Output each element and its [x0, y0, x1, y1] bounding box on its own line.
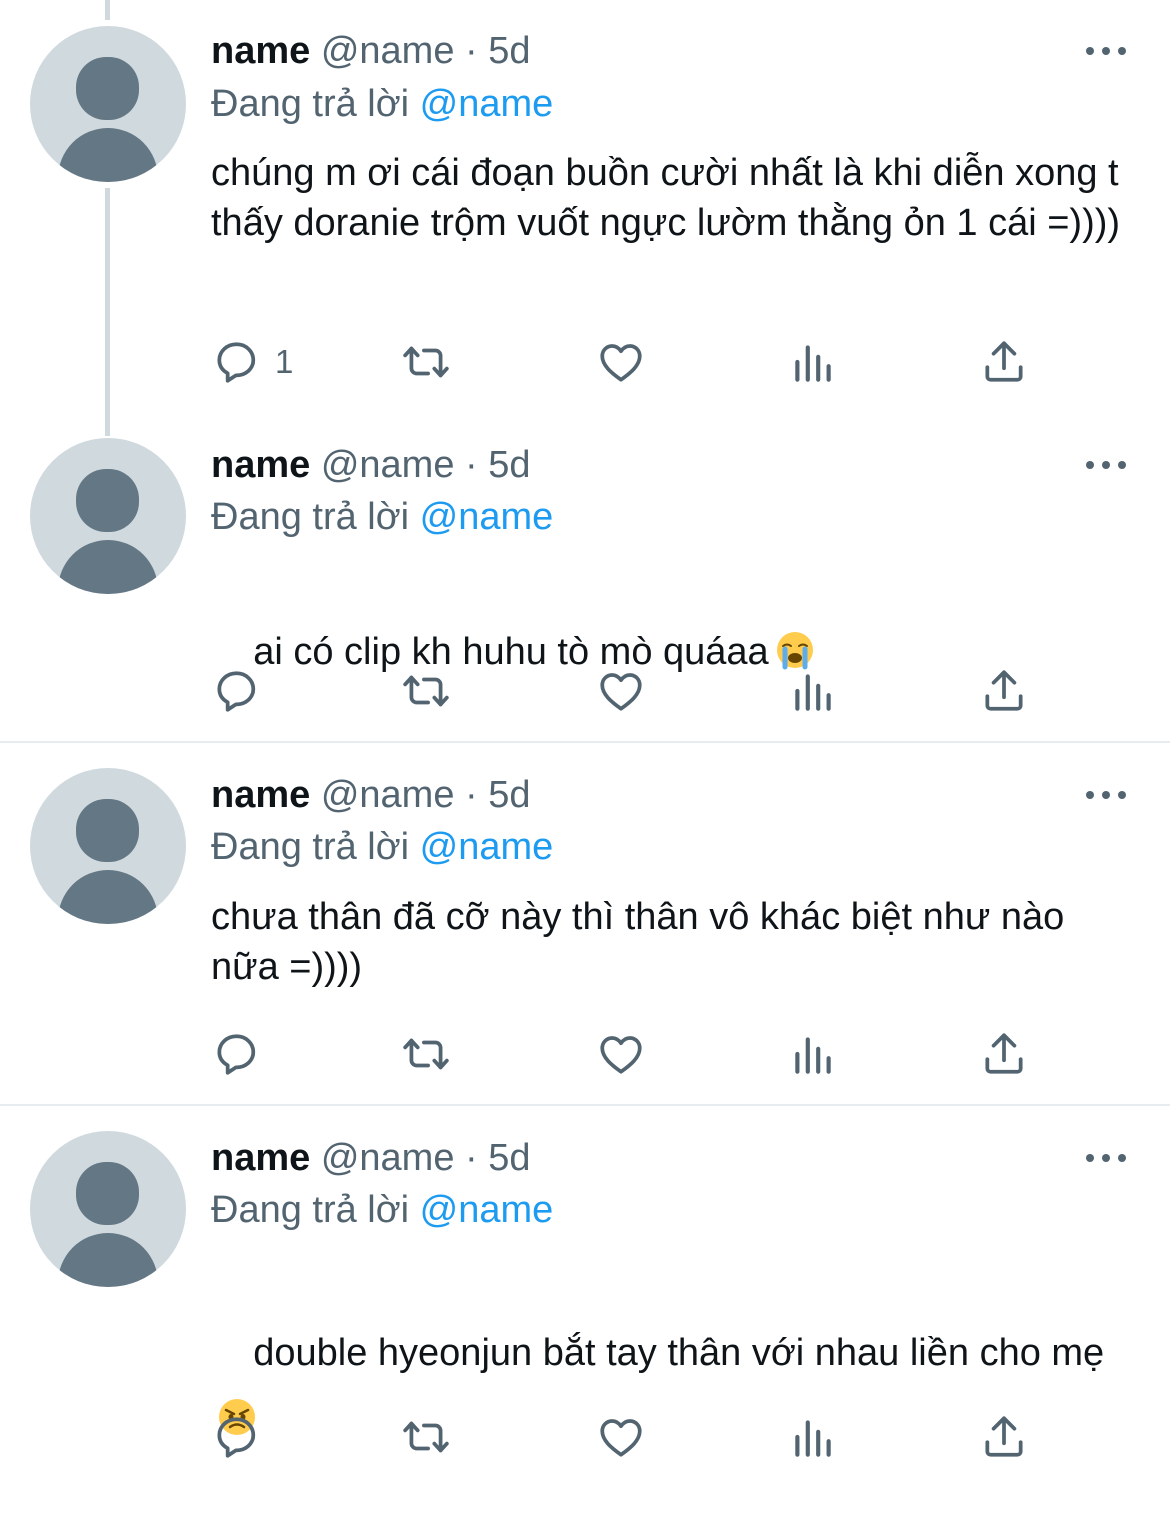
share-button[interactable]	[979, 663, 1029, 719]
display-name[interactable]: name	[211, 30, 310, 72]
reply-icon	[217, 342, 256, 383]
tweet-header: name @name · 5d	[211, 441, 531, 489]
tweet-header: name @name · 5d	[211, 771, 531, 819]
like-icon	[600, 673, 642, 711]
replying-to-label: Đang trả lời	[211, 83, 410, 125]
reply-mention[interactable]: @name	[420, 826, 554, 868]
analytics-button[interactable]	[788, 334, 838, 390]
thread-line	[105, 188, 110, 436]
display-name[interactable]: name	[211, 1137, 310, 1179]
reply-count: 1	[275, 343, 294, 380]
replying-to: Đang trả lời @name	[211, 1186, 553, 1234]
retweet-button[interactable]	[401, 1026, 451, 1082]
like-icon	[600, 1419, 642, 1457]
retweet-icon	[403, 1421, 449, 1453]
analytics-icon	[795, 674, 831, 711]
more-icon[interactable]	[1086, 789, 1126, 801]
analytics-icon	[795, 1037, 831, 1074]
share-icon	[985, 341, 1023, 382]
tweet-text: chúng m ơi cái đoạn buồn cười nhất là kh…	[211, 152, 1130, 244]
share-icon	[985, 1416, 1023, 1457]
handle[interactable]: @name	[321, 444, 455, 486]
timestamp[interactable]: 5d	[488, 1137, 530, 1179]
share-icon	[985, 1033, 1023, 1074]
share-button[interactable]	[979, 334, 1029, 390]
tweet-header: name @name · 5d	[211, 27, 531, 75]
replying-to-label: Đang trả lời	[211, 826, 410, 868]
share-button[interactable]	[979, 1409, 1029, 1465]
share-icon	[985, 670, 1023, 711]
reply-icon	[217, 1034, 256, 1075]
timestamp[interactable]: 5d	[488, 444, 530, 486]
more-icon[interactable]	[1086, 45, 1126, 57]
reply-mention[interactable]: @name	[420, 83, 554, 125]
analytics-icon	[795, 1420, 831, 1457]
more-icon[interactable]	[1086, 459, 1126, 471]
separator: ·	[465, 444, 478, 486]
analytics-button[interactable]	[788, 663, 838, 719]
separator: ·	[465, 1137, 478, 1179]
reply-button[interactable]	[211, 1409, 261, 1465]
reply-button[interactable]: 1	[211, 334, 293, 390]
replying-to: Đang trả lời @name	[211, 823, 553, 871]
tweet-text: double hyeonjun bắt tay thân với nhau li…	[253, 1332, 1105, 1374]
retweet-button[interactable]	[401, 1409, 451, 1465]
avatar[interactable]	[30, 1131, 186, 1287]
tweet-actions	[211, 1026, 1041, 1082]
handle[interactable]: @name	[321, 774, 455, 816]
retweet-icon	[403, 675, 449, 707]
reply-button[interactable]	[211, 1026, 261, 1082]
tweet-header: name @name · 5d	[211, 1134, 531, 1182]
like-button[interactable]	[596, 1026, 646, 1082]
display-name[interactable]: name	[211, 444, 310, 486]
divider	[0, 1104, 1170, 1106]
replying-to: Đang trả lời @name	[211, 80, 553, 128]
reply-button[interactable]	[211, 663, 261, 719]
separator: ·	[465, 30, 478, 72]
analytics-button[interactable]	[788, 1026, 838, 1082]
avatar[interactable]	[30, 438, 186, 594]
thread-line	[105, 0, 110, 20]
analytics-button[interactable]	[788, 1409, 838, 1465]
display-name[interactable]: name	[211, 774, 310, 816]
tweet-body: double hyeonjun bắt tay thân với nhau li…	[211, 1254, 1141, 1518]
retweet-button[interactable]	[401, 334, 451, 390]
like-button[interactable]	[596, 663, 646, 719]
timestamp[interactable]: 5d	[488, 774, 530, 816]
reply-icon	[217, 1417, 256, 1458]
reply-mention[interactable]: @name	[420, 496, 554, 538]
replying-to-label: Đang trả lời	[211, 496, 410, 538]
tweet-actions: 1	[211, 334, 1041, 390]
separator: ·	[465, 774, 478, 816]
tweet-actions	[211, 663, 1041, 719]
retweet-icon	[403, 346, 449, 378]
avatar[interactable]	[30, 26, 186, 182]
reply-mention[interactable]: @name	[420, 1189, 554, 1231]
like-icon	[600, 344, 642, 382]
like-icon	[600, 1036, 642, 1074]
like-button[interactable]	[596, 334, 646, 390]
divider	[0, 741, 1170, 743]
tweet-text: chưa thân đã cỡ này thì thân vô khác biệ…	[211, 896, 1075, 988]
timestamp[interactable]: 5d	[488, 30, 530, 72]
retweet-button[interactable]	[401, 663, 451, 719]
handle[interactable]: @name	[321, 1137, 455, 1179]
retweet-icon	[403, 1038, 449, 1070]
avatar[interactable]	[30, 768, 186, 924]
replying-to: Đang trả lời @name	[211, 493, 553, 541]
handle[interactable]: @name	[321, 30, 455, 72]
reply-icon	[217, 671, 256, 712]
replying-to-label: Đang trả lời	[211, 1189, 410, 1231]
like-button[interactable]	[596, 1409, 646, 1465]
tweet-actions	[211, 1409, 1041, 1465]
analytics-icon	[795, 345, 831, 382]
more-icon[interactable]	[1086, 1152, 1126, 1164]
share-button[interactable]	[979, 1026, 1029, 1082]
